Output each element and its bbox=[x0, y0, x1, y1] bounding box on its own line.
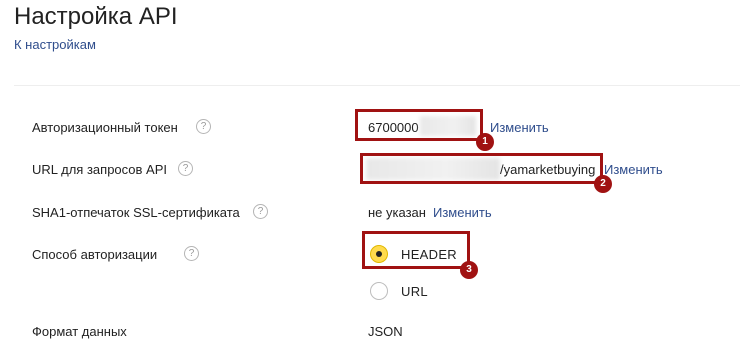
format-label: Формат данных bbox=[32, 324, 127, 339]
url-help-icon[interactable]: ? bbox=[178, 161, 193, 176]
header-divider bbox=[14, 85, 740, 86]
page-title: Настройка API bbox=[14, 3, 178, 30]
sha1-value: не указан bbox=[368, 205, 426, 220]
token-help-icon[interactable]: ? bbox=[196, 119, 211, 134]
annotation-marker-3: 3 bbox=[460, 261, 478, 279]
change-token-link[interactable]: Изменить bbox=[490, 120, 549, 136]
auth-help-icon[interactable]: ? bbox=[184, 246, 199, 261]
api-settings-page: Настройка API К настройкам Авторизационн… bbox=[0, 0, 740, 360]
auth-method-label: Способ авторизации bbox=[32, 247, 158, 262]
sha1-help-icon[interactable]: ? bbox=[253, 204, 268, 219]
auth-url-radio[interactable] bbox=[370, 282, 388, 300]
change-sha1-link[interactable]: Изменить bbox=[433, 205, 492, 221]
sha1-label: SHA1-отпечаток SSL-сертификата bbox=[32, 205, 240, 220]
auth-highlight-box bbox=[362, 231, 470, 269]
token-label: Авторизационный токен bbox=[32, 120, 178, 135]
annotation-marker-2: 2 bbox=[594, 175, 612, 193]
annotation-marker-1: 1 bbox=[476, 133, 494, 151]
url-label: URL для запросов API bbox=[32, 162, 167, 177]
change-url-link[interactable]: Изменить bbox=[604, 162, 663, 178]
back-to-settings-link[interactable]: К настройкам bbox=[14, 37, 96, 53]
token-highlight-box bbox=[355, 109, 483, 141]
url-highlight-box bbox=[360, 153, 603, 184]
format-value: JSON bbox=[368, 324, 403, 339]
auth-url-label[interactable]: URL bbox=[401, 284, 428, 300]
